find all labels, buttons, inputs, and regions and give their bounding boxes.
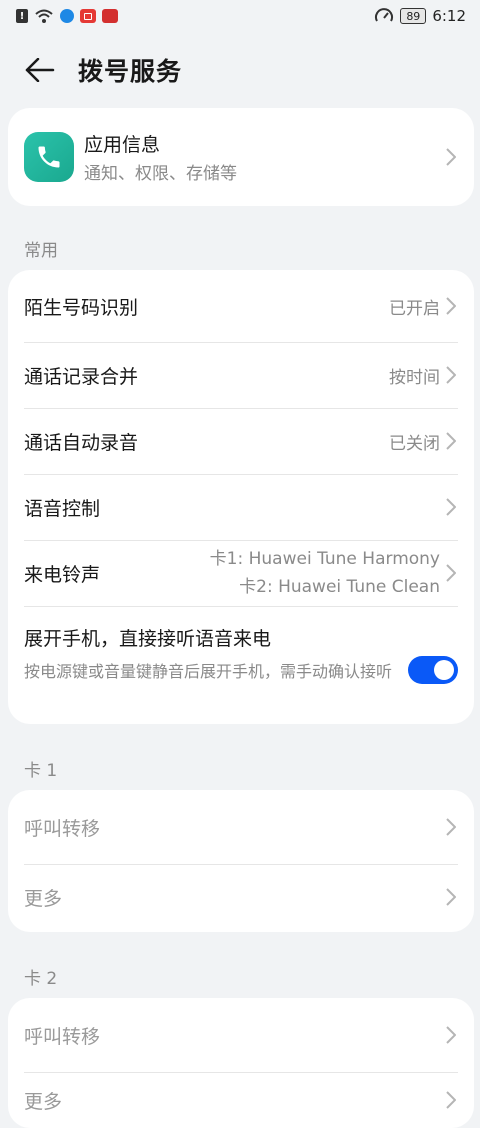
card1-more-row[interactable]: 更多 bbox=[8, 864, 474, 930]
card1-call-forwarding-row[interactable]: 呼叫转移 bbox=[8, 790, 474, 864]
chevron-right-icon bbox=[444, 562, 458, 584]
status-left: ! bbox=[16, 8, 118, 24]
row-title: 来电铃声 bbox=[24, 563, 101, 586]
status-right: 89 6:12 bbox=[374, 7, 466, 25]
chevron-right-icon bbox=[444, 816, 458, 838]
status-time: 6:12 bbox=[432, 7, 466, 25]
chevron-right-icon bbox=[444, 364, 458, 386]
row-title: 通话记录合并 bbox=[24, 365, 139, 388]
app-notification-icon bbox=[80, 9, 96, 23]
chevron-right-icon bbox=[444, 146, 458, 168]
row-title: 更多 bbox=[24, 1090, 63, 1113]
page-title: 拨号服务 bbox=[78, 57, 183, 86]
row-value: 按时间 bbox=[389, 367, 440, 388]
row-value: 已关闭 bbox=[389, 433, 440, 454]
wifi-icon bbox=[35, 9, 53, 23]
browser-app-icon bbox=[60, 9, 74, 23]
app-info-row[interactable]: 应用信息 通知、权限、存储等 bbox=[8, 108, 474, 206]
call-log-merge-row[interactable]: 通话记录合并 按时间 bbox=[8, 342, 474, 408]
unfold-answer-toggle[interactable] bbox=[408, 656, 458, 684]
battery-indicator: 89 bbox=[400, 8, 427, 24]
chevron-right-icon bbox=[444, 430, 458, 452]
phone-app-icon bbox=[24, 132, 74, 182]
unfold-answer-desc: 按电源键或音量键静音后展开手机，需手动确认接听 bbox=[24, 662, 393, 681]
card2-more-row[interactable]: 更多 bbox=[8, 1072, 474, 1128]
section-label-card1: 卡 1 bbox=[24, 761, 58, 781]
common-settings-card: 陌生号码识别 已开启 通话记录合并 按时间 通话自动录音 已关闭 语音控制 来电… bbox=[8, 270, 474, 724]
section-label-common: 常用 bbox=[24, 241, 58, 261]
row-value: 已开启 bbox=[389, 298, 440, 319]
chevron-right-icon bbox=[444, 886, 458, 908]
row-title: 呼叫转移 bbox=[24, 1025, 101, 1048]
chevron-right-icon bbox=[444, 1089, 458, 1111]
row-title: 通话自动录音 bbox=[24, 431, 139, 454]
ringtone-card1: 卡1: Huawei Tune Harmony bbox=[209, 549, 440, 569]
stranger-number-row[interactable]: 陌生号码识别 已开启 bbox=[8, 270, 474, 342]
card2-settings-card: 呼叫转移 更多 bbox=[8, 998, 474, 1128]
speed-gauge-icon bbox=[375, 8, 394, 22]
arrow-left-icon bbox=[25, 58, 55, 82]
app-info-subtitle: 通知、权限、存储等 bbox=[84, 164, 237, 184]
alert-icon: ! bbox=[16, 9, 28, 23]
app-info-title: 应用信息 bbox=[84, 134, 161, 156]
phone-icon bbox=[38, 146, 60, 168]
auto-record-row[interactable]: 通话自动录音 已关闭 bbox=[8, 408, 474, 474]
row-title: 语音控制 bbox=[24, 497, 101, 520]
status-bar: ! 89 6:12 bbox=[0, 0, 480, 32]
ringtone-card2: 卡2: Huawei Tune Clean bbox=[239, 577, 440, 597]
section-label-card2: 卡 2 bbox=[24, 969, 58, 989]
unfold-answer-title: 展开手机，直接接听语音来电 bbox=[24, 628, 272, 650]
chevron-right-icon bbox=[444, 295, 458, 317]
huawei-app-icon bbox=[102, 9, 118, 23]
card2-call-forwarding-row[interactable]: 呼叫转移 bbox=[8, 998, 474, 1072]
row-title: 呼叫转移 bbox=[24, 817, 101, 840]
ringtone-row[interactable]: 来电铃声 卡1: Huawei Tune Harmony 卡2: Huawei … bbox=[8, 540, 474, 606]
ringtone-values: 卡1: Huawei Tune Harmony 卡2: Huawei Tune … bbox=[210, 545, 440, 601]
unfold-answer-row: 展开手机，直接接听语音来电 按电源键或音量键静音后展开手机，需手动确认接听 bbox=[8, 606, 474, 724]
chevron-right-icon bbox=[444, 1024, 458, 1046]
row-title: 更多 bbox=[24, 887, 63, 910]
back-button[interactable] bbox=[12, 42, 68, 98]
chevron-right-icon bbox=[444, 496, 458, 518]
row-title: 陌生号码识别 bbox=[24, 296, 139, 319]
voice-control-row[interactable]: 语音控制 bbox=[8, 474, 474, 540]
app-info-card: 应用信息 通知、权限、存储等 bbox=[8, 108, 474, 206]
app-header: 拨号服务 bbox=[0, 40, 480, 100]
card1-settings-card: 呼叫转移 更多 bbox=[8, 790, 474, 932]
